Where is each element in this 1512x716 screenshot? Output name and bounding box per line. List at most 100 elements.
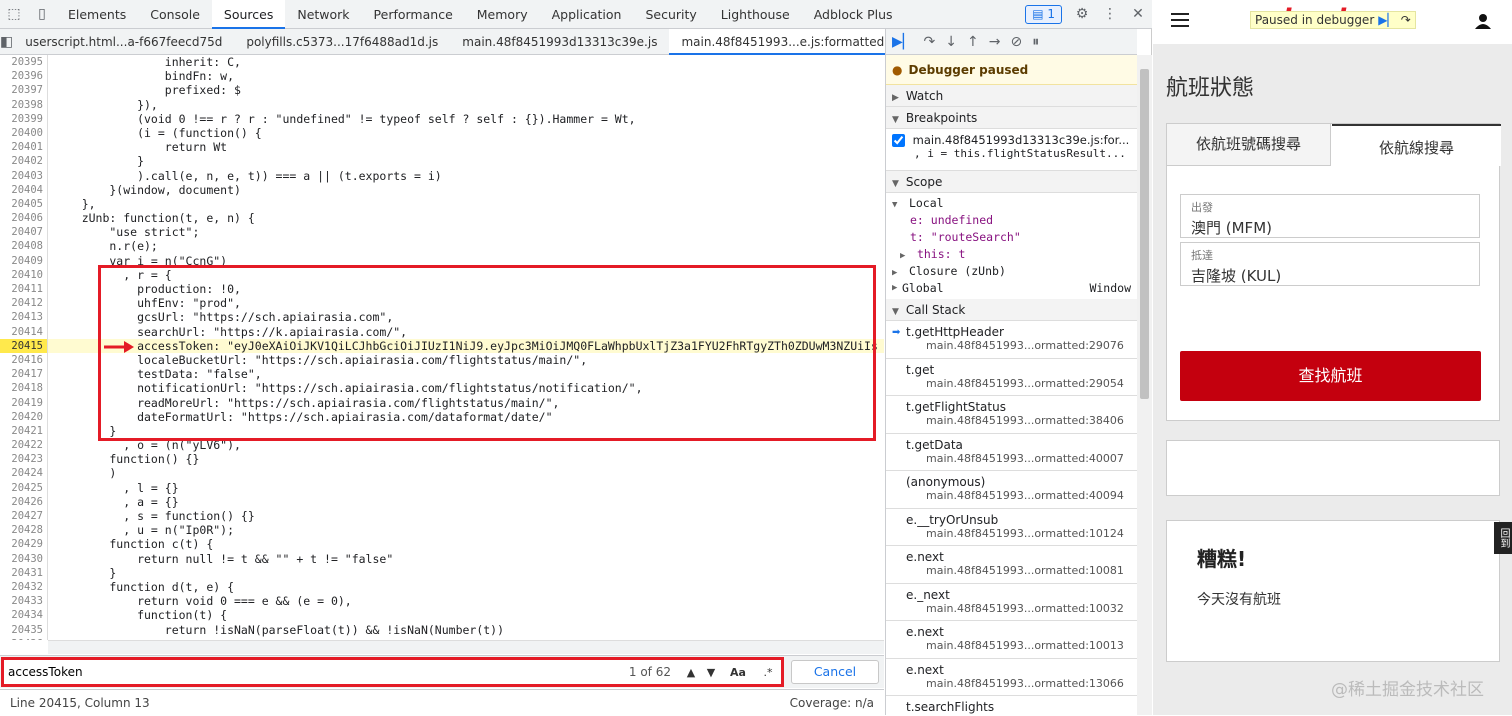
code-line[interactable]: 20430 return null != t && "" + t != "fal… xyxy=(0,551,884,566)
line-number[interactable]: 20427 xyxy=(0,509,48,524)
line-number[interactable]: 20406 xyxy=(0,211,48,226)
breakpoint-item[interactable]: main.48f8451993d13313c39e.js:for... , i … xyxy=(886,129,1137,171)
line-number[interactable]: 20421 xyxy=(0,423,48,439)
pause-on-exceptions-icon[interactable]: ⏸ xyxy=(1032,34,1039,50)
line-number[interactable]: 20409 xyxy=(0,253,48,268)
call-frame[interactable]: t.getData main.48f8451993...ormatted:4000… xyxy=(886,434,1137,471)
code-line[interactable]: 20432 function d(t, e) { xyxy=(0,579,884,595)
tab-search-by-flight-number[interactable]: 依航班號碼搜尋 xyxy=(1167,124,1331,166)
resume-icon[interactable]: ▶▏ xyxy=(892,34,914,50)
line-number[interactable]: 20414 xyxy=(0,324,48,339)
code-line[interactable]: 20424 ) xyxy=(0,466,884,481)
tab-elements[interactable]: Elements xyxy=(56,0,138,29)
line-number[interactable]: 20416 xyxy=(0,352,48,368)
code-line[interactable]: 20427 , s = function() {} xyxy=(0,509,884,524)
scope-closure[interactable]: ▶ Closure (zUnb) xyxy=(886,263,1137,280)
breakpoint-checkbox[interactable] xyxy=(892,134,905,147)
line-number[interactable]: 20430 xyxy=(0,551,48,566)
line-number[interactable]: 20405 xyxy=(0,196,48,212)
resume-icon[interactable]: ▶▏ xyxy=(1378,13,1396,27)
line-number[interactable]: 20412 xyxy=(0,296,48,311)
call-frame[interactable]: e.next main.48f8451993...ormatted:13066 xyxy=(886,659,1137,696)
deactivate-breakpoints-icon[interactable]: ⊘ xyxy=(1010,34,1022,50)
code-line[interactable]: 20425 , l = {} xyxy=(0,480,884,495)
call-frame[interactable]: e.next main.48f8451993...ormatted:10081 xyxy=(886,546,1137,584)
code-line[interactable]: 20404 }(window, document) xyxy=(0,182,884,197)
messages-badge[interactable]: ▤ 1 xyxy=(1025,4,1062,24)
line-number[interactable]: 20395 xyxy=(0,55,48,70)
line-number[interactable]: 20425 xyxy=(0,480,48,495)
breakpoints-section[interactable]: ▼ Breakpoints xyxy=(886,107,1137,129)
line-number[interactable]: 20400 xyxy=(0,125,48,141)
line-number[interactable]: 20408 xyxy=(0,239,48,254)
code-line[interactable]: 20406 zUnb: function(t, e, n) { xyxy=(0,211,884,226)
code-line[interactable]: 20402 } xyxy=(0,154,884,169)
line-number[interactable]: 20398 xyxy=(0,97,48,112)
cancel-search-button[interactable]: Cancel xyxy=(791,660,879,684)
scope-global[interactable]: ▶ Global Window xyxy=(886,280,1137,297)
close-devtools-icon[interactable]: ✕ xyxy=(1124,0,1152,29)
search-flights-button[interactable]: 查找航班 xyxy=(1180,351,1481,401)
side-back-tab[interactable]: 回到 xyxy=(1494,522,1512,554)
code-line[interactable]: 20434 function(t) { xyxy=(0,608,884,623)
line-number[interactable]: 20413 xyxy=(0,310,48,325)
call-frame[interactable]: e._next main.48f8451993...ormatted:10032 xyxy=(886,584,1137,621)
regex-button[interactable]: .* xyxy=(755,662,781,682)
scope-section[interactable]: ▼ Scope xyxy=(886,171,1137,193)
call-frame[interactable]: e.next main.48f8451993...ormatted:10013 xyxy=(886,621,1137,659)
tab-sources[interactable]: Sources xyxy=(211,0,286,29)
more-options-icon[interactable]: ⋮ xyxy=(1096,0,1124,29)
line-number[interactable]: 20396 xyxy=(0,69,48,84)
call-frame[interactable]: ➡ t.getHttpHeader main.48f8451993...ormatt… xyxy=(886,321,1137,359)
line-number[interactable]: 20418 xyxy=(0,381,48,396)
code-line[interactable]: 20397 prefixed: $ xyxy=(0,83,884,98)
step-into-icon[interactable]: ↓ xyxy=(945,34,957,50)
code-line[interactable]: 20429 function c(t) { xyxy=(0,537,884,552)
step-out-icon[interactable]: ↑ xyxy=(967,34,979,50)
code-line[interactable]: 20408 n.r(e); xyxy=(0,239,884,254)
line-number[interactable]: 20420 xyxy=(0,409,48,424)
line-number[interactable]: 20415 xyxy=(0,338,48,353)
file-tab-main-formatted[interactable]: main.48f8451993...e.js:formatted ✕ xyxy=(669,28,911,55)
call-frame[interactable]: t.get main.48f8451993...ormatted:29054 xyxy=(886,359,1137,396)
line-number[interactable]: 20397 xyxy=(0,83,48,98)
line-number[interactable]: 20423 xyxy=(0,452,48,467)
previous-match-icon[interactable]: ▲ xyxy=(681,662,701,682)
line-number[interactable]: 20433 xyxy=(0,594,48,609)
scope-local[interactable]: ▼ Local xyxy=(886,195,1137,212)
code-line[interactable]: 20401 return Wt xyxy=(0,140,884,155)
line-number[interactable]: 20426 xyxy=(0,494,48,509)
code-line[interactable]: 20431 } xyxy=(0,565,884,580)
step-icon[interactable]: → xyxy=(989,34,1001,50)
device-toolbar-icon[interactable]: ▯ xyxy=(28,0,56,29)
code-line[interactable]: 20395 inherit: C, xyxy=(0,55,884,70)
code-line[interactable]: 20400 (i = (function() { xyxy=(0,125,884,141)
file-tab-userscript[interactable]: userscript.html...a-f667feecd75d xyxy=(13,29,234,55)
code-line[interactable]: 20428 , u = n("Ip0R"); xyxy=(0,523,884,538)
next-match-icon[interactable]: ▼ xyxy=(701,662,721,682)
tab-search-by-route[interactable]: 依航線搜尋 xyxy=(1332,124,1501,166)
code-line[interactable]: 20405 }, xyxy=(0,196,884,212)
line-number[interactable]: 20422 xyxy=(0,438,48,453)
code-line[interactable]: 20398 }), xyxy=(0,97,884,112)
tab-adblock-plus[interactable]: Adblock Plus xyxy=(802,0,905,29)
line-number[interactable]: 20436 xyxy=(0,636,48,640)
scope-var-e[interactable]: e: undefined xyxy=(886,212,1137,229)
line-number[interactable]: 20410 xyxy=(0,267,48,282)
line-number[interactable]: 20411 xyxy=(0,282,48,297)
code-line[interactable]: 20433 return void 0 === e && (e = 0), xyxy=(0,594,884,609)
toggle-navigator-icon[interactable]: ◧ xyxy=(0,27,13,56)
line-number[interactable]: 20403 xyxy=(0,168,48,183)
call-frame[interactable]: (anonymous) main.48f8451993...ormatted:40… xyxy=(886,471,1137,509)
file-tab-main[interactable]: main.48f8451993d13313c39e.js xyxy=(450,29,669,55)
watch-section[interactable]: ▶ Watch xyxy=(886,85,1137,107)
tab-lighthouse[interactable]: Lighthouse xyxy=(709,0,802,29)
inspect-element-icon[interactable]: ⬚ xyxy=(0,0,28,29)
tab-security[interactable]: Security xyxy=(633,0,708,29)
sidebar-vertical-scrollbar[interactable] xyxy=(1137,55,1152,715)
tab-network[interactable]: Network xyxy=(285,0,361,29)
line-number[interactable]: 20399 xyxy=(0,111,48,126)
call-frame[interactable]: t.getFlightStatus main.48f8451993...ormat… xyxy=(886,396,1137,434)
coverage-status[interactable]: Coverage: n/a xyxy=(790,690,874,716)
horizontal-scrollbar[interactable] xyxy=(48,640,884,654)
